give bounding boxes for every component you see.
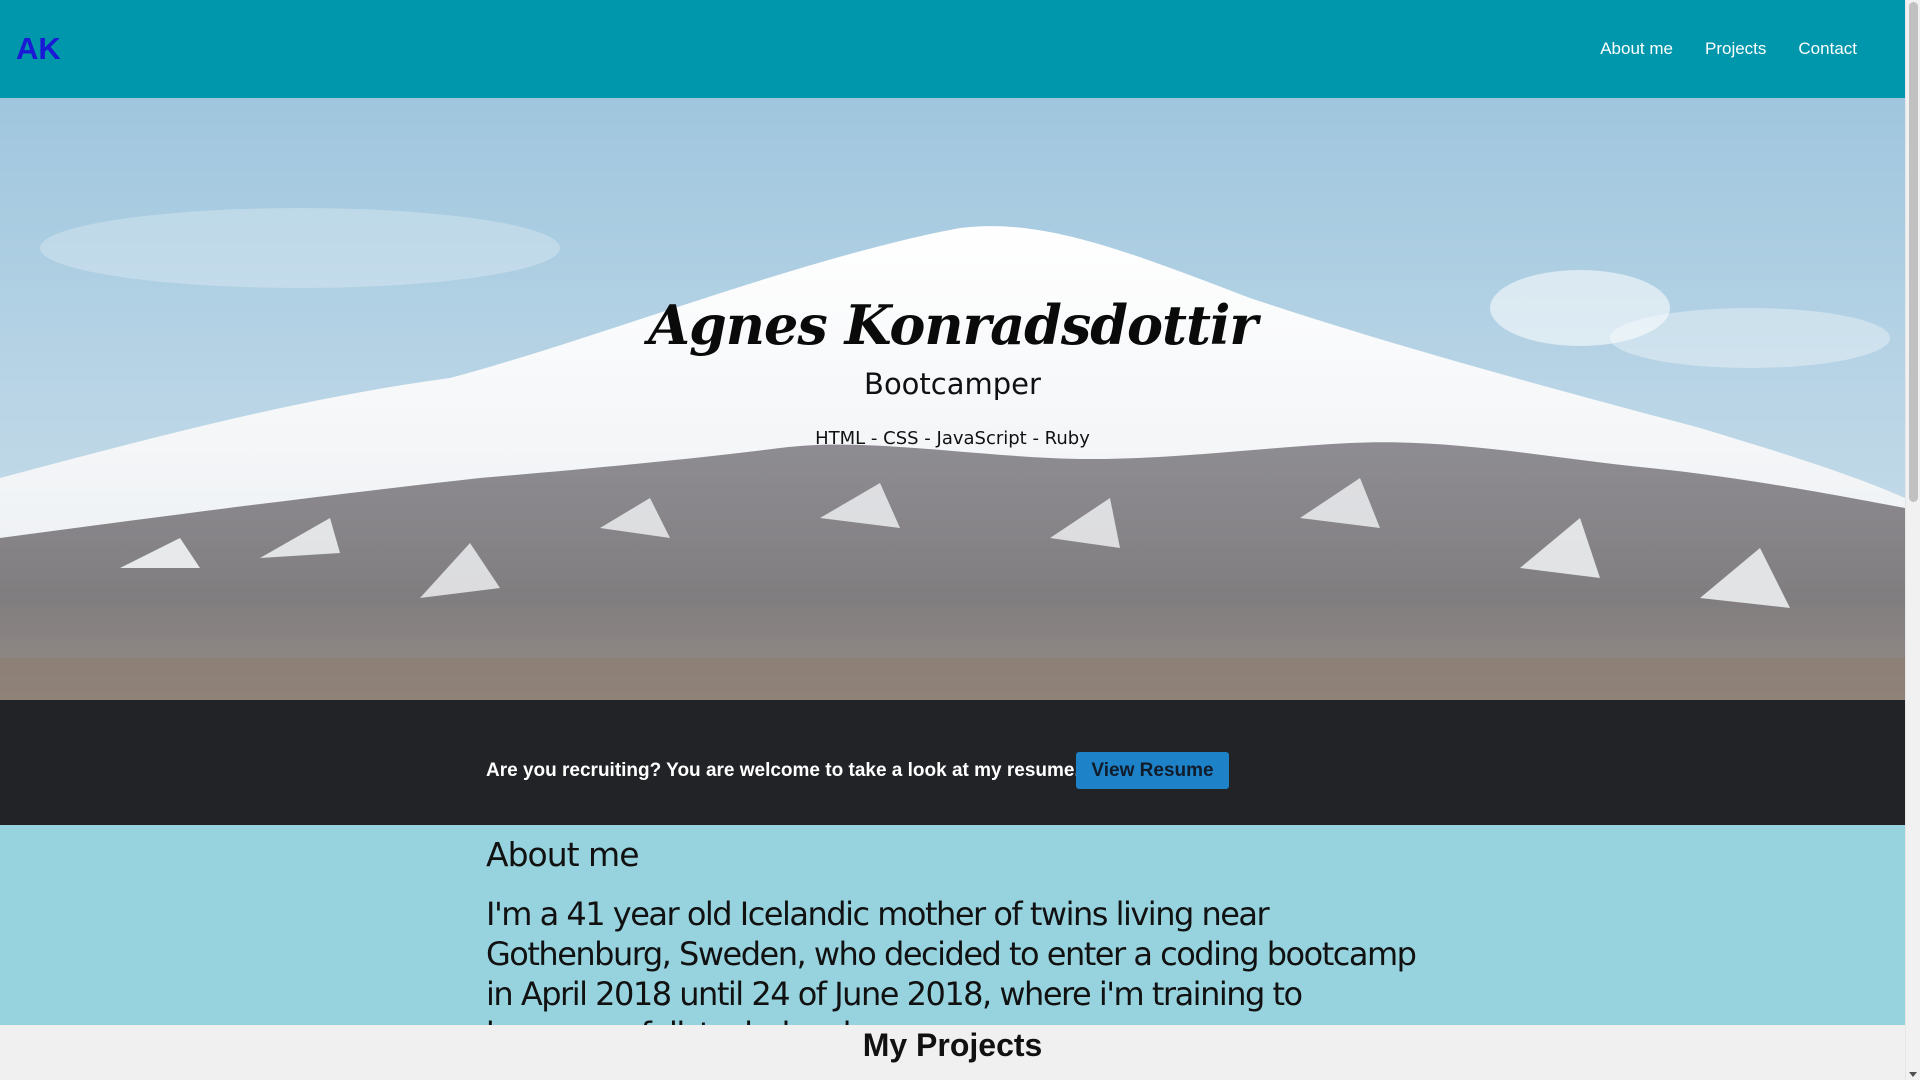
about-title: About me bbox=[486, 835, 640, 874]
page: AK About me Projects Contact Agnes Konra… bbox=[0, 0, 1905, 1080]
nav-link-projects[interactable]: Projects bbox=[1689, 38, 1782, 60]
brand-logo-link[interactable]: AK bbox=[16, 30, 61, 68]
view-resume-button[interactable]: View Resume bbox=[1076, 752, 1229, 789]
hero-text: Agnes Konradsdottir Bootcamper HTML - CS… bbox=[0, 98, 1905, 700]
nav-link-about-me[interactable]: About me bbox=[1584, 38, 1689, 60]
hero-name: Agnes Konradsdottir bbox=[648, 293, 1258, 357]
nav-links: About me Projects Contact bbox=[1584, 38, 1873, 60]
hero-section: Agnes Konradsdottir Bootcamper HTML - CS… bbox=[0, 98, 1905, 700]
projects-title: My Projects bbox=[862, 1027, 1043, 1063]
page-scrollbar[interactable] bbox=[1905, 0, 1920, 1080]
scrollbar-thumb[interactable] bbox=[1909, 2, 1918, 502]
resume-text: Are you recruiting? You are welcome to t… bbox=[486, 760, 1080, 781]
navbar: AK About me Projects Contact bbox=[0, 0, 1905, 98]
hero-skills: HTML - CSS - JavaScript - Ruby bbox=[815, 428, 1090, 449]
scroll-down-arrow-icon[interactable] bbox=[1909, 1072, 1917, 1077]
hero-role: Bootcamper bbox=[864, 367, 1041, 401]
nav-link-contact[interactable]: Contact bbox=[1782, 38, 1873, 60]
